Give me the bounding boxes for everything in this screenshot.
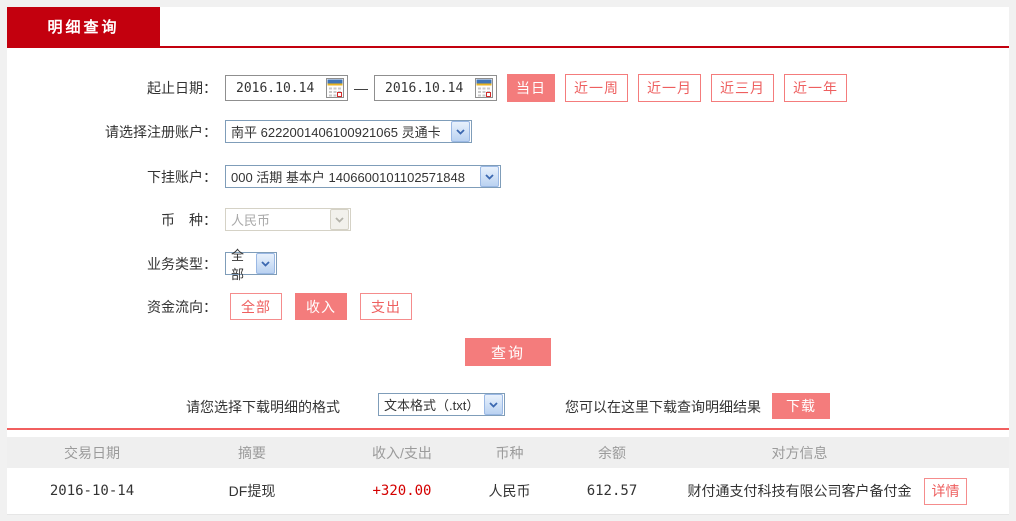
start-date-input[interactable]: 2016.10.14 <box>225 75 348 101</box>
chevron-down-icon <box>256 253 275 274</box>
cell-date: 2016-10-14 <box>49 483 135 499</box>
chevron-down-icon <box>451 121 470 142</box>
sub-account-row: 下挂账户： 000 活期 基本户 1406600101102571848 <box>7 164 1009 189</box>
currency-select: 人民币 <box>225 208 351 231</box>
cell-currency: 人民币 <box>488 483 531 499</box>
cell-summary: DF提现 <box>228 483 276 499</box>
quick-range-month-button[interactable]: 近一月 <box>638 74 701 102</box>
register-account-row: 请选择注册账户： 南平 6222001406100921065 灵通卡 <box>7 119 1009 144</box>
download-format-value: 文本格式（.txt） <box>384 398 480 413</box>
chevron-down-icon <box>330 209 349 230</box>
quick-range-3months-button[interactable]: 近三月 <box>711 74 774 102</box>
end-date-input[interactable]: 2016.10.14 <box>374 75 497 101</box>
table-header: 交易日期 摘要 收入/支出 币种 余额 对方信息 <box>7 437 1009 468</box>
download-button[interactable]: 下载 <box>772 393 830 419</box>
sub-account-select[interactable]: 000 活期 基本户 1406600101102571848 <box>225 165 501 188</box>
content-panel: 明细查询 起止日期： 2016.10.14 — 2016.10.14 当日 近一… <box>7 7 1009 515</box>
download-row: 请您选择下载明细的格式 文本格式（.txt） 您可以在这里下载查询明细结果 下载 <box>7 393 1009 419</box>
business-type-row: 业务类型： 全部 <box>7 248 1009 282</box>
currency-row: 币 种： 人民币 <box>7 207 1009 232</box>
fund-flow-expense-button[interactable]: 支出 <box>360 293 412 320</box>
calendar-icon[interactable] <box>475 78 493 98</box>
end-date-value: 2016.10.14 <box>385 80 464 96</box>
calendar-icon[interactable] <box>326 78 344 98</box>
cell-amount: +320.00 <box>372 483 432 499</box>
sub-account-value: 000 活期 基本户 1406600101102571848 <box>231 170 465 185</box>
sub-account-label: 下挂账户： <box>147 168 217 185</box>
header-amount: 收入/支出 <box>372 444 432 461</box>
business-type-value: 全部 <box>231 247 245 282</box>
business-type-label: 业务类型： <box>147 255 217 272</box>
fund-flow-all-button[interactable]: 全部 <box>230 293 282 320</box>
download-format-select[interactable]: 文本格式（.txt） <box>378 393 505 416</box>
quick-range-year-button[interactable]: 近一年 <box>784 74 847 102</box>
header-summary: 摘要 <box>238 444 266 461</box>
table-separator-line <box>7 428 1009 430</box>
fund-flow-row: 资金流向： 全部 收入 支出 <box>7 293 1009 320</box>
fund-flow-label: 资金流向： <box>147 298 217 315</box>
fund-flow-income-button[interactable]: 收入 <box>295 293 347 320</box>
register-account-select[interactable]: 南平 6222001406100921065 灵通卡 <box>225 120 472 143</box>
tab-label: 明细查询 <box>47 19 120 36</box>
start-date-value: 2016.10.14 <box>236 80 315 96</box>
quick-range-week-button[interactable]: 近一周 <box>565 74 628 102</box>
tab-detail-query[interactable]: 明细查询 <box>7 7 160 46</box>
cell-balance: 612.57 <box>586 483 638 499</box>
cell-counterparty: 财付通支付科技有限公司客户备付金 <box>687 483 912 499</box>
quick-range-today-button[interactable]: 当日 <box>507 74 555 102</box>
register-account-value: 南平 6222001406100921065 灵通卡 <box>231 125 441 140</box>
chevron-down-icon <box>484 394 503 415</box>
download-hint: 您可以在这里下载查询明细结果 <box>565 399 761 415</box>
header-date: 交易日期 <box>64 444 120 461</box>
currency-value: 人民币 <box>231 213 271 228</box>
date-separator: — <box>354 80 368 96</box>
header-currency: 币种 <box>495 444 524 461</box>
detail-button[interactable]: 详情 <box>924 477 967 505</box>
query-button[interactable]: 查询 <box>465 338 551 366</box>
tab-underline <box>7 46 1009 48</box>
register-account-label: 请选择注册账户： <box>105 123 217 140</box>
date-range-label: 起止日期： <box>147 80 217 96</box>
date-range-row: 起止日期： 2016.10.14 — 2016.10.14 当日 近一周 近一月… <box>7 74 1009 102</box>
currency-label: 币 种： <box>161 211 217 228</box>
header-balance: 余额 <box>598 444 626 461</box>
table-row: 2016-10-14 DF提现 +320.00 人民币 612.57 财付通支付… <box>7 468 1009 515</box>
business-type-select[interactable]: 全部 <box>225 248 277 282</box>
download-format-label: 请您选择下载明细的格式 <box>186 399 340 415</box>
chevron-down-icon <box>480 166 499 187</box>
header-counterparty: 对方信息 <box>771 444 828 461</box>
